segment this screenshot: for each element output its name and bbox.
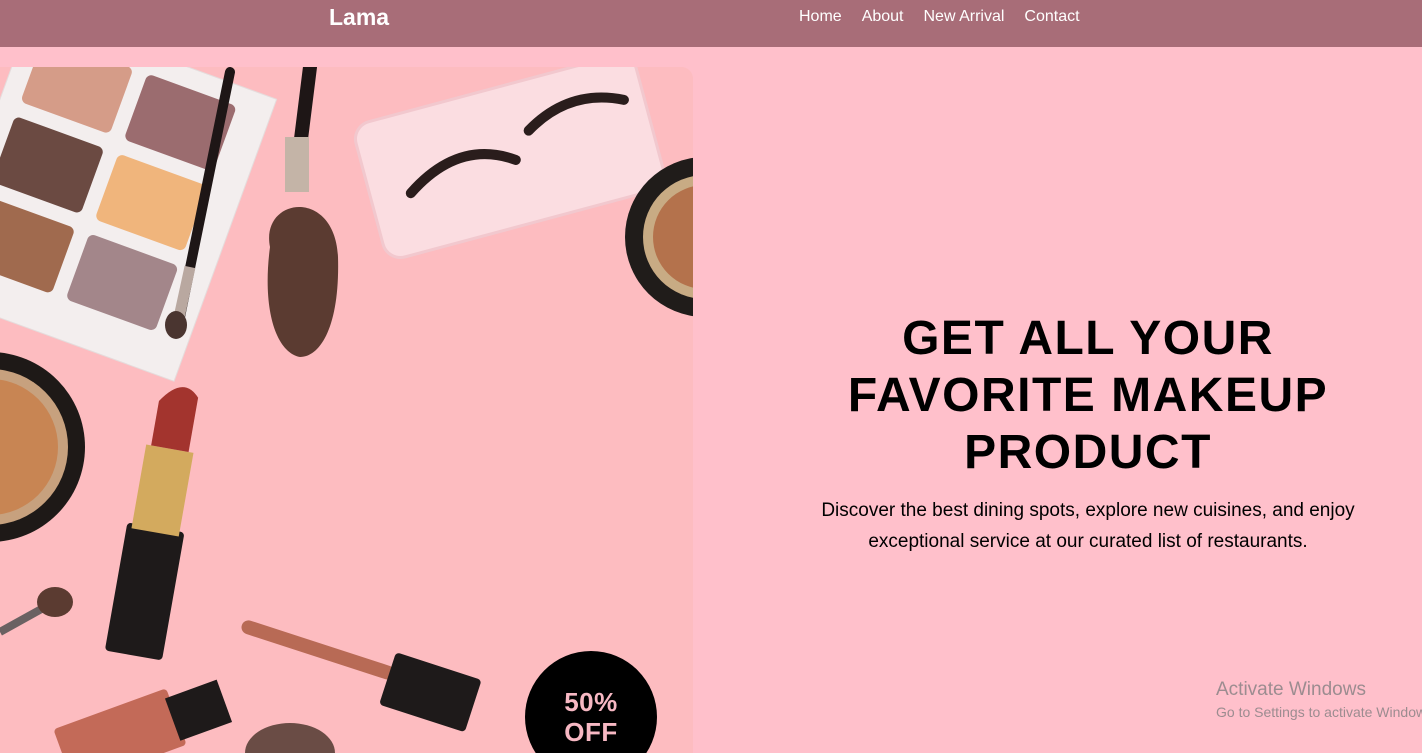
watermark-subtitle: Go to Settings to activate Windows. bbox=[1216, 704, 1422, 720]
nav-link-about[interactable]: About bbox=[862, 8, 904, 26]
nav-link-new-arrival[interactable]: New Arrival bbox=[924, 8, 1005, 26]
hero-title: GET ALL YOUR FAVORITE MAKEUP PRODUCT bbox=[847, 312, 1329, 479]
hero-description: Discover the best dining spots, explore … bbox=[821, 500, 1355, 552]
activate-windows-watermark: Activate Windows Go to Settings to activ… bbox=[1216, 678, 1422, 722]
navbar: Lama Home About New Arrival Contact bbox=[0, 0, 1422, 47]
logo[interactable]: Lama bbox=[329, 4, 389, 31]
nav-link-contact[interactable]: Contact bbox=[1024, 8, 1079, 26]
hero-text: GET ALL YOUR FAVORITE MAKEUP PRODUCT Dis… bbox=[790, 310, 1386, 557]
hero-makeup-image: 50% OFF bbox=[0, 67, 693, 753]
discount-badge-text: 50% OFF bbox=[564, 687, 618, 747]
watermark-title: Activate Windows bbox=[1216, 679, 1366, 700]
nav-link-home[interactable]: Home bbox=[799, 8, 842, 26]
nav-links: Home About New Arrival Contact bbox=[799, 8, 1080, 26]
